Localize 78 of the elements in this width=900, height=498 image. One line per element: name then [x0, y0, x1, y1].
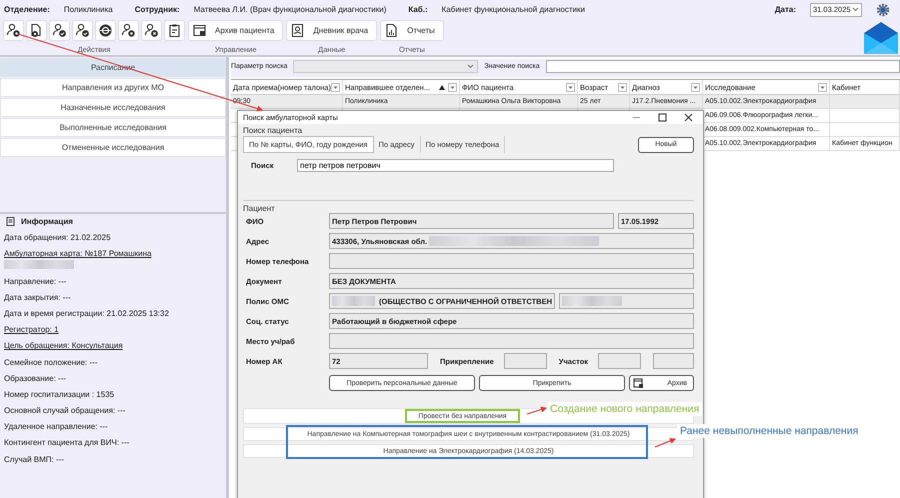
archive-icon	[192, 23, 207, 38]
person-x-icon	[144, 23, 159, 38]
input-field[interactable]	[329, 253, 694, 269]
arrow	[526, 406, 547, 414]
info-text: Образование: ---	[4, 374, 66, 383]
info-link[interactable]: Цель обращения: Консультация	[4, 341, 123, 350]
filter-icon[interactable]	[331, 82, 340, 92]
filter-icon[interactable]	[691, 82, 700, 92]
group-label: Пациент	[243, 204, 276, 213]
sidebar-item[interactable]: Отмененные исследования	[0, 138, 226, 157]
close-icon[interactable]	[684, 113, 693, 122]
chevron-icon	[467, 64, 474, 68]
toolbar-icon-button[interactable]	[118, 20, 139, 41]
info-text: Основной случай обращения: ---	[4, 406, 126, 416]
info-text: Семейное положение: ---	[4, 358, 98, 366]
toolbar-icon-button[interactable]	[164, 20, 185, 41]
group-label: Поиск пациента	[243, 126, 304, 135]
settings-icon[interactable]	[876, 2, 890, 16]
input-field[interactable]	[559, 293, 694, 309]
blurred-text	[4, 260, 74, 270]
input-field[interactable]	[598, 353, 642, 369]
header-label: Сотрудник:	[134, 5, 180, 14]
filter-icon[interactable]	[566, 82, 575, 92]
report-icon	[384, 23, 400, 38]
toolbar-icon-button[interactable]	[26, 20, 47, 41]
info-text: Номер госпитализации : 1535	[4, 390, 114, 399]
toolbar-button[interactable]: Архив пациента	[188, 20, 284, 41]
person-gear-icon	[121, 23, 136, 38]
info-text: Контингент пациента для ВИЧ: ---	[4, 438, 130, 448]
info-text: Случай ВМП: ---	[4, 454, 64, 464]
filter-icon[interactable]	[448, 82, 457, 92]
input-field[interactable]	[329, 333, 694, 349]
info-text: Дата и время регистрации: 21.02.2025 13:32	[4, 308, 169, 318]
info-link[interactable]: Регистратор: 1	[4, 325, 59, 334]
info-text: Направление: ---	[4, 276, 66, 286]
toolbar-icon-button[interactable]	[141, 20, 162, 41]
document-icon	[6, 217, 15, 226]
date-label: Дата:	[774, 5, 796, 14]
search-value-field[interactable]	[546, 60, 900, 72]
maximize-icon[interactable]	[658, 113, 667, 122]
arrow	[654, 438, 676, 448]
blurred-text	[332, 296, 376, 306]
clipboard-icon	[167, 23, 182, 38]
toolbar-icon-button[interactable]	[49, 20, 70, 41]
envelope-logo	[864, 22, 898, 54]
blurred-text	[562, 296, 622, 306]
toolbar-button[interactable]: Отчеты	[380, 20, 444, 41]
header-value: Кабинет функциональной диагностики	[442, 5, 585, 14]
toolbar-icon-button[interactable]	[3, 20, 24, 41]
person-gear-icon	[6, 23, 21, 38]
person-check-icon	[52, 23, 67, 38]
input-field[interactable]	[504, 353, 547, 369]
header-value: Поликлиника	[64, 5, 113, 14]
search-field[interactable]: петр петров петрович	[297, 159, 614, 172]
toolbar-button[interactable]: Дневник врача	[286, 20, 378, 41]
sidebar-item[interactable]: Направления из других МО	[0, 78, 226, 97]
info-link[interactable]: Амбулаторная карта: №187 Ромашкина	[4, 249, 152, 258]
annotation-text: Создание нового направления	[547, 402, 702, 416]
badge-icon	[290, 23, 306, 38]
header-label: Каб.:	[408, 5, 428, 14]
header-label: Отделение:	[4, 5, 50, 14]
filter-icon[interactable]	[618, 82, 627, 92]
person-check-icon	[75, 23, 90, 38]
filter-icon[interactable]	[818, 82, 827, 92]
header-value: Матвеева Л.И. (Врач функциональной диагностики)	[194, 5, 386, 14]
info-text: Дата обращения: 21.02.2025	[4, 233, 111, 242]
archive-icon	[633, 378, 644, 388]
input-field[interactable]	[653, 353, 694, 369]
sidebar-item[interactable]: Выполненные исследования	[0, 118, 226, 137]
toolbar-icon-button[interactable]	[95, 20, 116, 41]
info-title: Информация	[21, 217, 73, 226]
info-text: Дата закрытия: ---	[4, 292, 71, 302]
sort-icon	[439, 84, 445, 90]
disc-icon	[98, 23, 113, 38]
toolbar-icon-button[interactable]	[72, 20, 93, 41]
sidebar-item[interactable]: Назначенные исследования	[0, 98, 226, 117]
chevron-icon	[852, 7, 859, 12]
info-text: Удаленное направление: ---	[4, 422, 108, 432]
